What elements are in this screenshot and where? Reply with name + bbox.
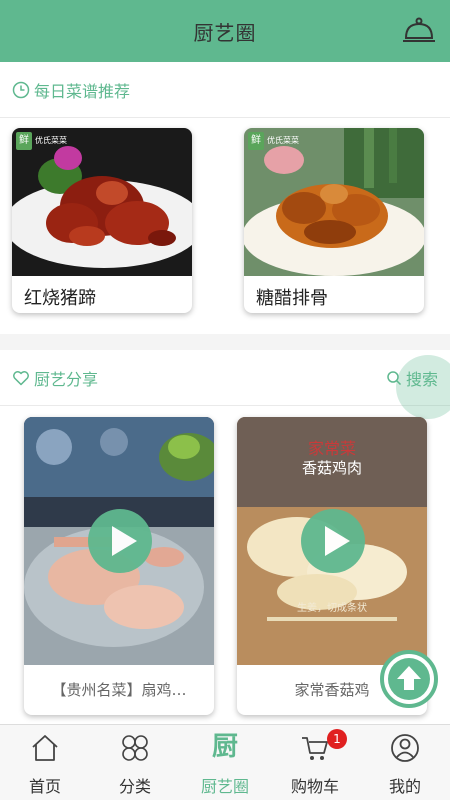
cooking-share-header: 厨艺分享 (0, 350, 450, 406)
video-overlay-title: 家常菜 (307, 439, 356, 458)
tab-label: 购物车 (290, 777, 339, 796)
recipe-name: 糖醋排骨 (256, 288, 328, 309)
recipe-card[interactable]: 鲜 优氏菜菜 糖醋排骨 (244, 128, 424, 313)
arrow-up-icon (388, 658, 430, 700)
play-icon (112, 526, 137, 556)
tab-label: 厨艺圈 (200, 777, 249, 796)
scroll-to-top-button[interactable] (380, 650, 438, 708)
daily-recipes-header: 每日菜谱推荐 (0, 62, 450, 118)
brand-logo-text: 优氏菜菜 (35, 136, 67, 145)
video-overlay-note: 生姜，切成条状 (297, 603, 367, 614)
tab-label: 分类 (118, 777, 151, 796)
recipe-image-sweet-sour-ribs (244, 128, 424, 276)
video-title: 【贵州名菜】扇鸡… (51, 681, 187, 699)
tab-label: 首页 (28, 777, 61, 796)
cloche-icon[interactable] (402, 16, 436, 46)
recipe-image-pork-trotter (12, 128, 192, 276)
video-card[interactable]: 【贵州名菜】扇鸡… (24, 417, 214, 715)
app-header: 厨艺圈 (0, 0, 450, 62)
play-icon (325, 526, 350, 556)
kitchen-icon: 厨 (211, 732, 238, 762)
recipe-card[interactable]: 鲜 优氏菜菜 红烧猪蹄 (12, 128, 192, 313)
daily-recipes-section: 每日菜谱推荐 鲜 优氏菜菜 红烧猪蹄 鲜 优氏菜菜 糖醋排骨 (0, 62, 450, 334)
daily-recipes-title: 每日菜谱推荐 (34, 81, 131, 101)
cooking-share-title: 厨艺分享 (34, 369, 99, 389)
video-overlay-subtitle: 香菇鸡肉 (301, 459, 362, 477)
tab-label: 我的 (388, 777, 421, 796)
tab-home[interactable]: 首页 (0, 725, 90, 800)
brand-logo: 鲜 (248, 132, 264, 150)
clock-icon (12, 81, 30, 98)
home-icon (32, 735, 58, 761)
play-button[interactable] (301, 509, 365, 573)
page-title: 厨艺圈 (193, 20, 257, 45)
heart-icon (13, 370, 29, 385)
tab-category[interactable]: 分类 (90, 725, 180, 800)
brand-logo-text: 优氏菜菜 (267, 136, 299, 145)
tab-profile[interactable]: 我的 (360, 725, 450, 800)
brand-logo: 鲜 (16, 132, 32, 150)
category-icon (122, 735, 148, 761)
search-icon (387, 371, 402, 386)
cart-icon (302, 737, 328, 760)
play-button[interactable] (88, 509, 152, 573)
cart-count-badge: 1 (327, 729, 347, 749)
bottom-tab-bar: 首页 分类 厨 厨艺圈 1 购物车 我的 (0, 724, 450, 800)
recipe-name: 红烧猪蹄 (24, 288, 96, 309)
tab-cart[interactable]: 1 购物车 (270, 725, 360, 800)
tab-kitchen-circle[interactable]: 厨 厨艺圈 (180, 725, 270, 800)
user-icon (391, 734, 419, 762)
search-button[interactable]: 搜索 (386, 366, 438, 390)
search-label: 搜索 (405, 370, 438, 389)
